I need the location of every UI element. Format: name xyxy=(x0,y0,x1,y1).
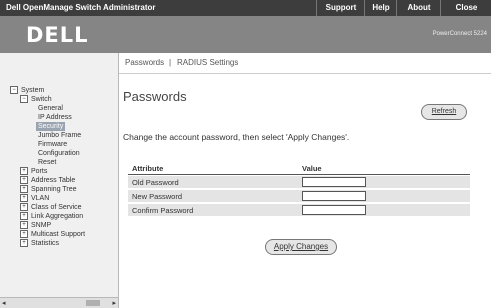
header-banner: DELL PowerConnect 5224 xyxy=(0,16,491,53)
tree-item-jumbo-frame[interactable]: Jumbo Frame xyxy=(38,131,81,140)
tree-item-label: SNMP xyxy=(31,222,52,229)
sidebar-horizontal-scrollbar[interactable]: ◂ ▸ xyxy=(0,297,118,308)
tree-item-spanning-tree[interactable]: + Spanning Tree xyxy=(20,185,77,194)
tree-item-general[interactable]: General xyxy=(38,104,63,113)
confirm-password-field[interactable] xyxy=(302,205,366,215)
tree-item-label: Ports xyxy=(31,168,48,175)
scroll-left-icon[interactable]: ◂ xyxy=(2,299,6,307)
tree-item-link-aggregation[interactable]: + Link Aggregation xyxy=(20,212,83,221)
new-password-field[interactable] xyxy=(302,191,366,201)
tree-item-label: Multicast Support xyxy=(31,231,86,238)
app-title: Dell OpenManage Switch Administrator xyxy=(6,3,156,12)
tree-item-label: Link Aggregation xyxy=(31,213,84,220)
collapse-icon[interactable]: − xyxy=(10,86,18,94)
table-row: New Password xyxy=(128,190,470,202)
tree-item-address-table[interactable]: + Address Table xyxy=(20,176,75,185)
scrollbar-thumb[interactable] xyxy=(86,300,100,306)
instructions-text: Change the account password, then select… xyxy=(123,132,350,142)
expand-icon[interactable]: + xyxy=(20,203,28,211)
page-title: Passwords xyxy=(123,89,187,104)
table-row: Old Password xyxy=(128,176,470,188)
tree-item-switch[interactable]: − Switch xyxy=(20,95,52,104)
sidebar: − System − Switch General IP Address Secur… xyxy=(0,53,119,308)
tab-radius-settings[interactable]: RADIUS Settings xyxy=(177,53,238,73)
refresh-button[interactable]: Refresh xyxy=(421,104,467,120)
expand-icon[interactable]: + xyxy=(20,221,28,229)
title-bar: Dell OpenManage Switch Administrator Sup… xyxy=(0,0,491,16)
tree-item-ports[interactable]: + Ports xyxy=(20,167,47,176)
attribute-column-header: Attribute xyxy=(132,164,164,173)
old-password-field[interactable] xyxy=(302,177,366,187)
tree-item-label: Switch xyxy=(31,96,52,103)
tree-item-configuration[interactable]: Configuration xyxy=(38,149,80,158)
confirm-password-label: Confirm Password xyxy=(132,206,194,215)
new-password-label: New Password xyxy=(132,192,183,201)
tree-item-label: System xyxy=(21,87,45,94)
model-name: PowerConnect 5224 xyxy=(432,31,487,37)
tree-item-firmware[interactable]: Firmware xyxy=(38,140,67,149)
collapse-icon[interactable]: − xyxy=(20,95,28,103)
expand-icon[interactable]: + xyxy=(20,194,28,202)
tree-item-multicast-support[interactable]: + Multicast Support xyxy=(20,230,85,239)
apply-changes-button[interactable]: Apply Changes xyxy=(265,239,337,255)
tree-item-snmp[interactable]: + SNMP xyxy=(20,221,51,230)
expand-icon[interactable]: + xyxy=(20,167,28,175)
tree-item-label: Spanning Tree xyxy=(31,186,77,193)
table-row: Confirm Password xyxy=(128,204,470,216)
expand-icon[interactable]: + xyxy=(20,230,28,238)
sub-navigation: Passwords | RADIUS Settings xyxy=(119,53,491,74)
expand-icon[interactable]: + xyxy=(20,239,28,247)
tree-item-label: Class of Service xyxy=(31,204,82,211)
tree-item-system[interactable]: − System xyxy=(10,86,44,95)
tree-item-label: Statistics xyxy=(31,240,60,247)
close-link[interactable]: Close xyxy=(440,0,491,16)
tree-item-security[interactable]: Security xyxy=(36,122,66,131)
tree-item-class-of-service[interactable]: + Class of Service xyxy=(20,203,82,212)
tree-item-reset[interactable]: Reset xyxy=(38,158,56,167)
support-link[interactable]: Support xyxy=(316,0,365,16)
about-link[interactable]: About xyxy=(396,0,441,16)
old-password-label: Old Password xyxy=(132,178,179,187)
tree-item-statistics[interactable]: + Statistics xyxy=(20,239,59,248)
expand-icon[interactable]: + xyxy=(20,212,28,220)
expand-icon[interactable]: + xyxy=(20,176,28,184)
tab-passwords[interactable]: Passwords xyxy=(125,53,164,73)
subnav-separator: | xyxy=(169,58,172,67)
help-link[interactable]: Help xyxy=(364,0,397,16)
password-table: Attribute Value Old Password New Passwor… xyxy=(128,162,470,219)
value-column-header: Value xyxy=(302,164,322,173)
scroll-right-icon[interactable]: ▸ xyxy=(112,299,116,307)
expand-icon[interactable]: + xyxy=(20,185,28,193)
tree-item-vlan[interactable]: + VLAN xyxy=(20,194,49,203)
dell-logo: DELL xyxy=(26,23,89,47)
navigation-tree: − System − Switch General IP Address Secur… xyxy=(0,53,118,293)
tree-item-label: VLAN xyxy=(31,195,50,202)
tree-item-ip-address[interactable]: IP Address xyxy=(38,113,72,122)
table-header: Attribute Value xyxy=(128,162,470,175)
tree-item-label: Address Table xyxy=(31,177,76,184)
